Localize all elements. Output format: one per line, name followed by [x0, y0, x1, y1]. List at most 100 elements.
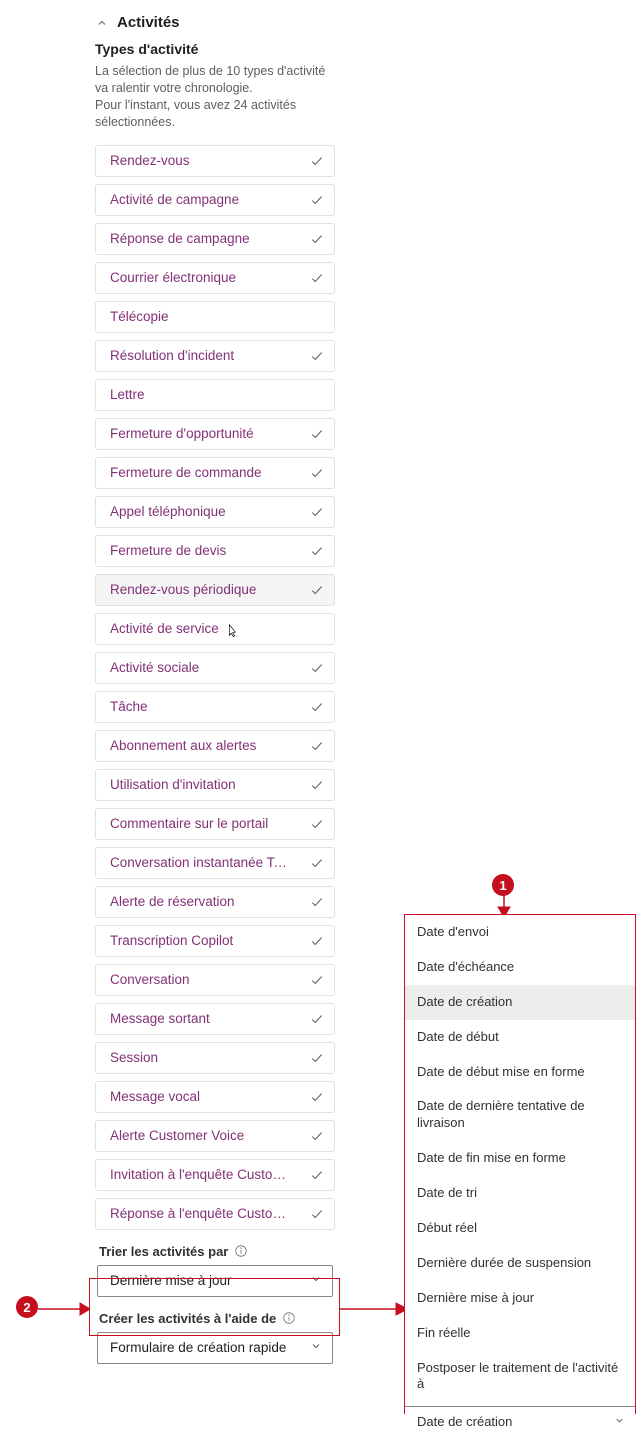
create-value: Formulaire de création rapide	[110, 1340, 286, 1355]
dropdown-option[interactable]: Dernière mise à jour	[405, 1281, 635, 1316]
activity-item[interactable]: Lettre	[95, 379, 335, 411]
section-header[interactable]: Activités	[95, 14, 335, 31]
check-icon	[310, 739, 324, 753]
activity-item[interactable]: Tâche	[95, 691, 335, 723]
activity-label: Appel téléphonique	[110, 504, 226, 519]
activity-label: Invitation à l'enquête Customer Voice	[110, 1167, 290, 1182]
activity-label: Télécopie	[110, 309, 169, 324]
activity-label: Session	[110, 1050, 158, 1065]
dropdown-option[interactable]: Date de début mise en forme	[405, 1055, 635, 1090]
dropdown-option[interactable]: Dernière durée de suspension	[405, 1246, 635, 1281]
activity-item[interactable]: Réponse de campagne	[95, 223, 335, 255]
activity-label: Conversation	[110, 972, 190, 987]
chevron-down-icon	[310, 1340, 322, 1355]
activity-label: Message vocal	[110, 1089, 200, 1104]
activity-label: Lettre	[110, 387, 145, 402]
activity-label: Abonnement aux alertes	[110, 738, 256, 753]
check-icon	[310, 193, 324, 207]
check-icon	[310, 1090, 324, 1104]
dropdown-result-select[interactable]: Date de création	[405, 1406, 635, 1436]
section-subtitle: Types d'activité	[95, 41, 335, 57]
activity-label: Rendez-vous périodique	[110, 582, 256, 597]
dropdown-option[interactable]: Date de fin mise en forme	[405, 1141, 635, 1176]
activity-item[interactable]: Conversation	[95, 964, 335, 996]
activity-item[interactable]: Commentaire sur le portail	[95, 808, 335, 840]
activity-label: Fermeture de commande	[110, 465, 262, 480]
activity-item[interactable]: Fermeture de devis	[95, 535, 335, 567]
check-icon	[310, 661, 324, 675]
check-icon	[310, 1012, 324, 1026]
arrow-right-icon	[38, 1302, 90, 1319]
activity-label: Résolution d'incident	[110, 348, 234, 363]
dropdown-option[interactable]: Date de début	[405, 1020, 635, 1055]
dropdown-option[interactable]: Date de dernière tentative de livraison	[405, 1089, 635, 1141]
activity-item[interactable]: Appel téléphonique	[95, 496, 335, 528]
activity-item[interactable]: Rendez-vous périodique	[95, 574, 335, 606]
activity-item[interactable]: Utilisation d'invitation	[95, 769, 335, 801]
activity-label: Rendez-vous	[110, 153, 190, 168]
activity-label: Utilisation d'invitation	[110, 777, 236, 792]
activity-item[interactable]: Invitation à l'enquête Customer Voice	[95, 1159, 335, 1191]
activity-item[interactable]: Fermeture de commande	[95, 457, 335, 489]
activity-item[interactable]: Activité sociale	[95, 652, 335, 684]
activity-label: Réponse à l'enquête Customer Voice	[110, 1206, 290, 1221]
check-icon	[310, 895, 324, 909]
activity-item[interactable]: Session	[95, 1042, 335, 1074]
dropdown-option[interactable]: Date de tri	[405, 1176, 635, 1211]
check-icon	[310, 466, 324, 480]
activity-label: Réponse de campagne	[110, 231, 250, 246]
dropdown-option[interactable]: Date d'échéance	[405, 950, 635, 985]
callout-box-sort	[89, 1278, 340, 1336]
check-icon	[310, 154, 324, 168]
activity-item[interactable]: Message vocal	[95, 1081, 335, 1113]
create-select[interactable]: Formulaire de création rapide	[97, 1332, 333, 1364]
activity-label: Courrier électronique	[110, 270, 236, 285]
activity-list: Rendez-vous Activité de campagne Réponse d…	[95, 145, 335, 1230]
check-icon	[310, 427, 324, 441]
activity-item[interactable]: Rendez-vous	[95, 145, 335, 177]
activity-item[interactable]: Activité de service	[95, 613, 335, 645]
section-title: Activités	[117, 14, 180, 31]
dropdown-option[interactable]: Postposer le traitement de l'activité à	[405, 1351, 635, 1403]
callout-marker-2: 2	[16, 1296, 38, 1318]
check-icon	[310, 1207, 324, 1221]
activity-label: Message sortant	[110, 1011, 210, 1026]
dropdown-option[interactable]: Date d'envoi	[405, 915, 635, 950]
activity-label: Activité de campagne	[110, 192, 239, 207]
activity-label: Fermeture de devis	[110, 543, 226, 558]
activity-item[interactable]: Conversation instantanée Teams	[95, 847, 335, 879]
chevron-up-icon	[95, 16, 109, 30]
activity-item[interactable]: Transcription Copilot	[95, 925, 335, 957]
activities-panel: Activités Types d'activité La sélection …	[95, 0, 335, 1364]
activity-label: Alerte de réservation	[110, 894, 235, 909]
activity-item[interactable]: Abonnement aux alertes	[95, 730, 335, 762]
check-icon	[310, 934, 324, 948]
dropdown-option[interactable]: Début réel	[405, 1211, 635, 1246]
activity-item[interactable]: Résolution d'incident	[95, 340, 335, 372]
activity-item[interactable]: Télécopie	[95, 301, 335, 333]
check-icon	[310, 778, 324, 792]
dropdown-option[interactable]: Date de création	[405, 985, 635, 1020]
activity-label: Tâche	[110, 699, 148, 714]
activity-item[interactable]: Courrier électronique	[95, 262, 335, 294]
activity-item[interactable]: Réponse à l'enquête Customer Voice	[95, 1198, 335, 1230]
activity-item[interactable]: Message sortant	[95, 1003, 335, 1035]
check-icon	[310, 817, 324, 831]
callout-marker-1: 1	[492, 874, 514, 896]
sort-dropdown: Date d'envoiDate d'échéanceDate de créat…	[405, 915, 635, 1436]
activity-item[interactable]: Fermeture d'opportunité	[95, 418, 335, 450]
activity-label: Commentaire sur le portail	[110, 816, 268, 831]
check-icon	[310, 505, 324, 519]
section-helper: La sélection de plus de 10 types d'activ…	[95, 63, 335, 131]
dropdown-option[interactable]: Fin réelle	[405, 1316, 635, 1351]
activity-item[interactable]: Activité de campagne	[95, 184, 335, 216]
check-icon	[310, 1168, 324, 1182]
activity-label: Activité de service	[110, 621, 219, 636]
info-icon[interactable]	[234, 1244, 248, 1258]
arrow-right-icon	[340, 1302, 408, 1319]
check-icon	[310, 583, 324, 597]
activity-item[interactable]: Alerte de réservation	[95, 886, 335, 918]
activity-item[interactable]: Alerte Customer Voice	[95, 1120, 335, 1152]
check-icon	[310, 856, 324, 870]
check-icon	[310, 973, 324, 987]
